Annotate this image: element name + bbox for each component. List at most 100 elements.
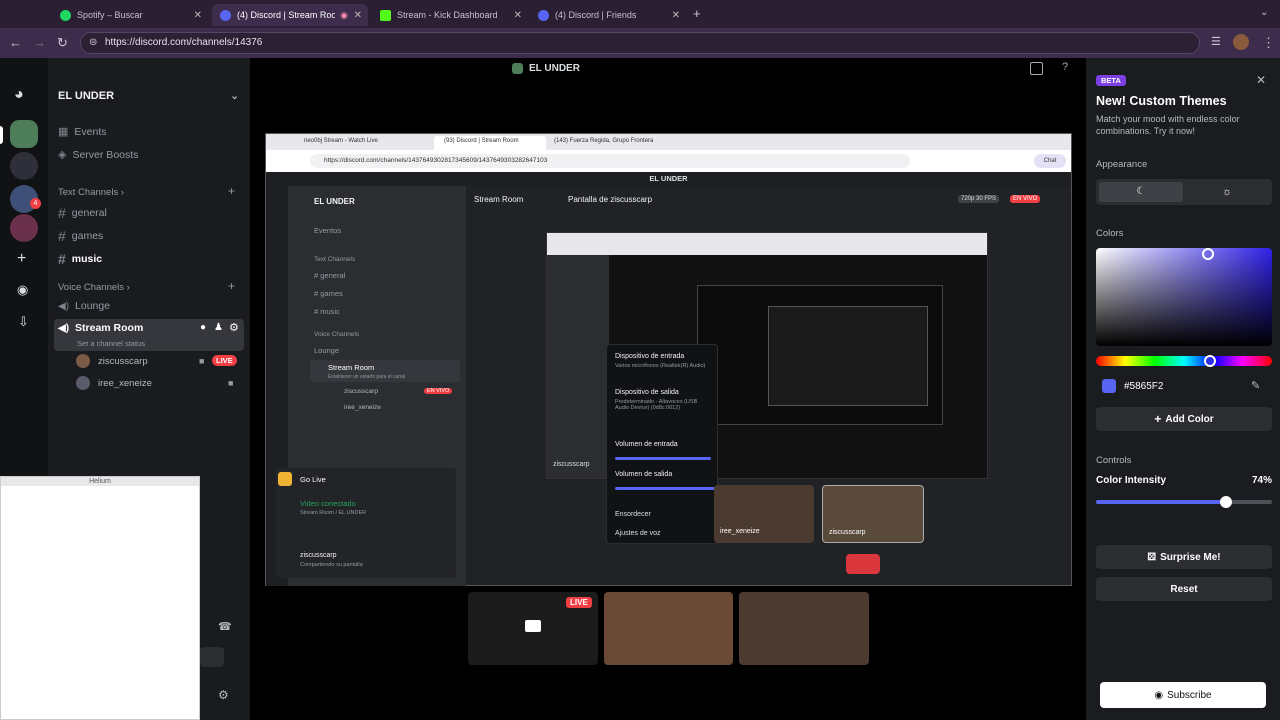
- soundboard-button[interactable]: [200, 647, 224, 667]
- close-icon[interactable]: ✕: [672, 10, 680, 21]
- helium-title: Helium: [1, 477, 199, 486]
- server-icon[interactable]: [10, 152, 38, 180]
- voice-settings-menu: Dispositivo de entrada Varios micrófonos…: [606, 344, 718, 544]
- popout-icon[interactable]: [1030, 62, 1043, 75]
- calendar-icon: ▦: [58, 126, 69, 138]
- voice-channel-stream-room[interactable]: ◀) Stream Room Set a channel status ● ♟ ⚙: [54, 319, 244, 351]
- surprise-me-button[interactable]: ⚄ Surprise Me!: [1096, 545, 1272, 569]
- helium-window[interactable]: Helium: [0, 476, 200, 720]
- plus-icon: +: [1154, 412, 1162, 426]
- dice-icon: ⚄: [1147, 551, 1157, 563]
- intensity-fill: [1096, 500, 1227, 504]
- discord-home-icon[interactable]: ◕: [14, 86, 24, 104]
- url-field[interactable]: ⊜ https://discord.com/channels/14376: [80, 32, 1200, 54]
- events-item[interactable]: ▦ Events: [58, 125, 107, 139]
- intensity-slider[interactable]: [1096, 500, 1272, 504]
- channel-general[interactable]: # general: [58, 205, 107, 221]
- boosts-item[interactable]: ◈ Server Boosts: [58, 148, 139, 162]
- reader-icon[interactable]: ☰: [1211, 35, 1221, 48]
- speaker-icon: ◀): [58, 323, 70, 334]
- server-icon-el-under[interactable]: [10, 120, 38, 148]
- settings-icon[interactable]: ⚙: [229, 321, 239, 334]
- discover-icon[interactable]: ◉: [17, 282, 28, 298]
- user-settings-icon[interactable]: ⚙: [218, 688, 229, 702]
- chevron-down-icon[interactable]: ⌄: [230, 89, 239, 102]
- browser-tab-spotify[interactable]: Spotify – Buscar ✕: [52, 4, 208, 26]
- custom-themes-panel: BETA ✕ New! Custom Themes Match your moo…: [1086, 58, 1280, 720]
- eyedropper-icon[interactable]: ✎: [1251, 379, 1260, 392]
- close-icon[interactable]: ✕: [194, 10, 202, 21]
- voice-channel-lounge[interactable]: ◀) Lounge: [58, 300, 110, 312]
- avatar[interactable]: [1233, 34, 1249, 50]
- hue-slider[interactable]: [1096, 356, 1272, 366]
- close-icon[interactable]: ✕: [354, 10, 362, 21]
- camera-icon: ■: [199, 356, 205, 366]
- colors-heading: Colors: [1096, 228, 1124, 239]
- boosts-label: Server Boosts: [72, 148, 139, 161]
- inner-sidebar: EL UNDER Eventos Text Channels # general…: [266, 186, 466, 586]
- add-server-icon[interactable]: +: [17, 250, 26, 268]
- controls-heading: Controls: [1096, 455, 1132, 466]
- intensity-value: 74%: [1252, 475, 1273, 486]
- add-channel-icon[interactable]: +: [228, 279, 235, 293]
- channel-music[interactable]: # music: [58, 251, 102, 267]
- chevron-down-icon[interactable]: ⌄: [1260, 7, 1268, 18]
- chat-icon[interactable]: ●: [200, 322, 206, 333]
- participant-tile-stream[interactable]: LIVE: [468, 592, 598, 665]
- appearance-toggle: ☾ ☼: [1096, 179, 1272, 205]
- recording-icon: ◉: [340, 9, 348, 20]
- invite-icon[interactable]: ♟: [214, 322, 223, 333]
- intensity-handle[interactable]: [1220, 496, 1233, 508]
- add-color-button[interactable]: + Add Color: [1096, 407, 1272, 431]
- voice-channels-category[interactable]: Voice Channels ›: [58, 282, 130, 293]
- text-channels-category[interactable]: Text Channels ›: [58, 187, 124, 198]
- channel-status-placeholder[interactable]: Set a channel status: [77, 339, 145, 348]
- participant-tile-camera[interactable]: [604, 592, 733, 665]
- speaker-icon: ◀): [58, 300, 70, 312]
- boost-icon: ◈: [58, 149, 67, 161]
- dark-mode-moon-icon[interactable]: ☾: [1099, 182, 1183, 202]
- close-icon[interactable]: ✕: [1256, 73, 1266, 87]
- add-channel-icon[interactable]: +: [228, 184, 235, 198]
- color-saturation-picker[interactable]: [1096, 248, 1272, 346]
- video-tile[interactable]: ziscusscarp: [822, 485, 924, 543]
- screen-share-icon: [525, 620, 541, 632]
- light-mode-sun-icon[interactable]: ☼: [1185, 182, 1269, 202]
- panel-title: New! Custom Themes: [1096, 94, 1227, 108]
- site-info-icon[interactable]: ⊜: [89, 33, 97, 53]
- kick-icon: [380, 9, 391, 21]
- forward-icon[interactable]: →: [33, 35, 46, 50]
- notification-badge: 4: [30, 198, 41, 209]
- participant-tile-camera[interactable]: [739, 592, 869, 665]
- browser-tab-discord-friends[interactable]: (4) Discord | Friends ✕: [530, 4, 686, 26]
- subscribe-button[interactable]: ◉ Subscribe: [1100, 682, 1266, 708]
- close-icon[interactable]: ✕: [514, 10, 522, 21]
- member-name[interactable]: iree_xeneize: [98, 378, 152, 389]
- color-swatch[interactable]: [1102, 379, 1116, 393]
- disconnect-icon[interactable]: ☎: [218, 620, 232, 633]
- channel-games[interactable]: # games: [58, 228, 103, 244]
- nitro-icon: ◉: [1154, 689, 1164, 701]
- server-name[interactable]: EL UNDER: [58, 90, 114, 102]
- reload-icon[interactable]: ↻: [57, 35, 68, 51]
- reset-button[interactable]: Reset: [1096, 577, 1272, 601]
- inner-leave-call-button: [846, 554, 880, 574]
- download-icon[interactable]: ⇩: [18, 314, 29, 330]
- new-tab-icon[interactable]: +: [693, 6, 701, 21]
- saturation-handle[interactable]: [1202, 248, 1214, 260]
- server-icon: [512, 63, 523, 74]
- browser-tab-discord-stream[interactable]: (4) Discord | Stream Room ◉ ✕: [212, 4, 368, 26]
- video-tile[interactable]: iree_xeneize: [714, 485, 814, 543]
- live-badge: LIVE: [212, 355, 237, 366]
- menu-icon[interactable]: ⋮: [1262, 35, 1275, 51]
- screen-share-stream[interactable]: neo0bj Stream - Watch Live (93) Discord …: [265, 133, 1072, 586]
- hue-handle[interactable]: [1204, 355, 1216, 367]
- spotify-icon: [60, 9, 71, 21]
- member-name[interactable]: ziscusscarp: [98, 356, 148, 367]
- server-icon[interactable]: [10, 214, 38, 242]
- url-text: https://discord.com/channels/14376: [105, 37, 263, 48]
- hex-value[interactable]: #5865F2: [1124, 381, 1163, 392]
- help-icon[interactable]: ?: [1062, 61, 1068, 73]
- browser-tab-kick[interactable]: Stream - Kick Dashboard ✕: [372, 4, 528, 26]
- back-icon[interactable]: ←: [9, 35, 22, 50]
